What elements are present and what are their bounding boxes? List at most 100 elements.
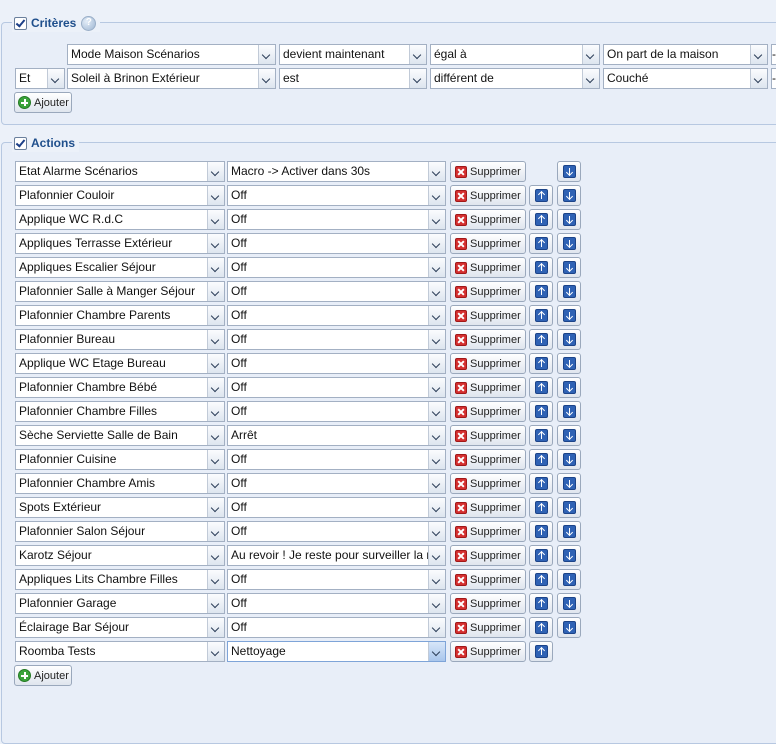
chevron-down-icon[interactable] (428, 498, 445, 517)
criteria-value-select[interactable]: On part de la maison (603, 44, 768, 65)
chevron-down-icon[interactable] (207, 450, 224, 469)
chevron-down-icon[interactable] (207, 258, 224, 277)
move-down-button[interactable] (557, 569, 581, 590)
delete-button[interactable]: Supprimer (450, 305, 526, 326)
move-up-button[interactable] (529, 545, 553, 566)
action-device-select[interactable]: Plafonnier Bureau (15, 329, 225, 350)
delete-button[interactable]: Supprimer (450, 329, 526, 350)
chevron-down-icon[interactable] (207, 498, 224, 517)
move-up-button[interactable] (529, 185, 553, 206)
delete-button[interactable]: Supprimer (450, 185, 526, 206)
delete-button[interactable]: Supprimer (450, 257, 526, 278)
delete-button[interactable]: Supprimer (450, 377, 526, 398)
action-device-select[interactable]: Roomba Tests (15, 641, 225, 662)
criteria-extra-select[interactable]: - (771, 44, 776, 65)
chevron-down-icon[interactable] (258, 45, 275, 64)
move-down-button[interactable] (557, 161, 581, 182)
move-up-button[interactable] (529, 521, 553, 542)
action-device-select[interactable]: Plafonnier Chambre Bébé (15, 377, 225, 398)
action-device-select[interactable]: Plafonnier Cuisine (15, 449, 225, 470)
action-command-select[interactable]: Off (227, 305, 446, 326)
move-down-button[interactable] (557, 521, 581, 542)
delete-button[interactable]: Supprimer (450, 569, 526, 590)
move-up-button[interactable] (529, 353, 553, 374)
chevron-down-icon[interactable] (428, 354, 445, 373)
move-up-button[interactable] (529, 281, 553, 302)
move-up-button[interactable] (529, 617, 553, 638)
delete-button[interactable]: Supprimer (450, 641, 526, 662)
criteria-logic-select[interactable]: Et (15, 68, 65, 89)
action-command-select[interactable]: Nettoyage (227, 641, 446, 662)
move-up-button[interactable] (529, 305, 553, 326)
chevron-down-icon[interactable] (207, 474, 224, 493)
chevron-down-icon[interactable] (207, 330, 224, 349)
criteria-operator-select[interactable]: égal à (430, 44, 600, 65)
move-down-button[interactable] (557, 449, 581, 470)
move-up-button[interactable] (529, 449, 553, 470)
move-up-button[interactable] (529, 401, 553, 422)
chevron-down-icon[interactable] (428, 426, 445, 445)
move-up-button[interactable] (529, 641, 553, 662)
delete-button[interactable]: Supprimer (450, 617, 526, 638)
chevron-down-icon[interactable] (207, 426, 224, 445)
move-up-button[interactable] (529, 425, 553, 446)
action-command-select[interactable]: Au revoir ! Je reste pour surveiller la … (227, 545, 446, 566)
delete-button[interactable]: Supprimer (450, 425, 526, 446)
move-down-button[interactable] (557, 425, 581, 446)
chevron-down-icon[interactable] (428, 402, 445, 421)
help-icon[interactable]: ? (81, 15, 97, 31)
delete-button[interactable]: Supprimer (450, 281, 526, 302)
chevron-down-icon[interactable] (207, 522, 224, 541)
move-up-button[interactable] (529, 569, 553, 590)
action-device-select[interactable]: Plafonnier Salon Séjour (15, 521, 225, 542)
chevron-down-icon[interactable] (428, 258, 445, 277)
action-command-select[interactable]: Off (227, 521, 446, 542)
action-device-select[interactable]: Applique WC R.d.C (15, 209, 225, 230)
move-down-button[interactable] (557, 185, 581, 206)
chevron-down-icon[interactable] (207, 210, 224, 229)
action-device-select[interactable]: Sèche Serviette Salle de Bain (15, 425, 225, 446)
move-down-button[interactable] (557, 257, 581, 278)
action-command-select[interactable]: Off (227, 209, 446, 230)
delete-button[interactable]: Supprimer (450, 161, 526, 182)
delete-button[interactable]: Supprimer (450, 233, 526, 254)
criteria-extra-select[interactable]: - (771, 68, 776, 89)
chevron-down-icon[interactable] (428, 522, 445, 541)
action-command-select[interactable]: Arrêt (227, 425, 446, 446)
action-device-select[interactable]: Karotz Séjour (15, 545, 225, 566)
action-command-select[interactable]: Off (227, 569, 446, 590)
action-command-select[interactable]: Off (227, 593, 446, 614)
actions-toggle-checkbox[interactable] (14, 136, 27, 150)
chevron-down-icon[interactable] (207, 186, 224, 205)
chevron-down-icon[interactable] (207, 234, 224, 253)
action-command-select[interactable]: Macro -> Activer dans 30s (227, 161, 446, 182)
action-command-select[interactable]: Off (227, 449, 446, 470)
chevron-down-icon[interactable] (409, 69, 426, 88)
action-device-select[interactable]: Plafonnier Chambre Filles (15, 401, 225, 422)
chevron-down-icon[interactable] (409, 45, 426, 64)
chevron-down-icon[interactable] (428, 642, 445, 661)
action-device-select[interactable]: Éclairage Bar Séjour (15, 617, 225, 638)
delete-button[interactable]: Supprimer (450, 449, 526, 470)
chevron-down-icon[interactable] (428, 546, 445, 565)
criteria-verb-select[interactable]: est (279, 68, 427, 89)
move-down-button[interactable] (557, 473, 581, 494)
chevron-down-icon[interactable] (750, 69, 767, 88)
actions-add-button[interactable]: Ajouter (14, 665, 72, 686)
move-down-button[interactable] (557, 281, 581, 302)
move-up-button[interactable] (529, 233, 553, 254)
chevron-down-icon[interactable] (428, 234, 445, 253)
action-command-select[interactable]: Off (227, 257, 446, 278)
move-up-button[interactable] (529, 497, 553, 518)
action-device-select[interactable]: Appliques Escalier Séjour (15, 257, 225, 278)
action-device-select[interactable]: Appliques Lits Chambre Filles (15, 569, 225, 590)
chevron-down-icon[interactable] (207, 282, 224, 301)
action-device-select[interactable]: Plafonnier Chambre Parents (15, 305, 225, 326)
delete-button[interactable]: Supprimer (450, 209, 526, 230)
move-down-button[interactable] (557, 233, 581, 254)
chevron-down-icon[interactable] (428, 162, 445, 181)
delete-button[interactable]: Supprimer (450, 401, 526, 422)
chevron-down-icon[interactable] (258, 69, 275, 88)
chevron-down-icon[interactable] (207, 306, 224, 325)
chevron-down-icon[interactable] (207, 618, 224, 637)
